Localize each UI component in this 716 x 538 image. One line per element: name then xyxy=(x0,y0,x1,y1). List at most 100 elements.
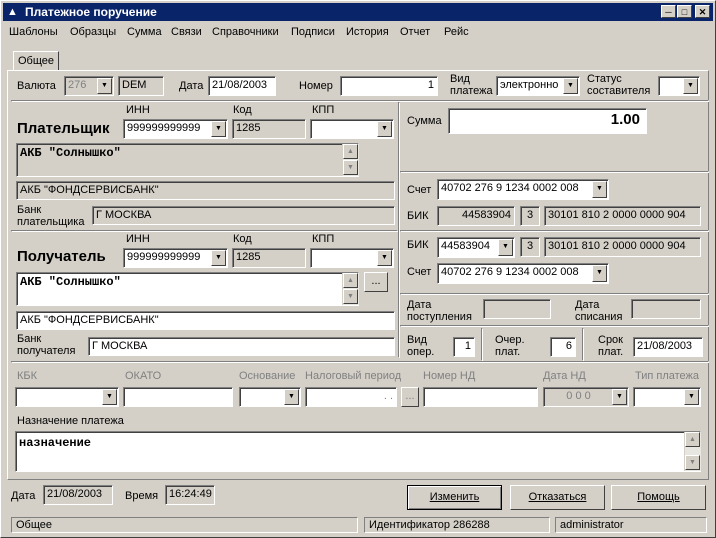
payer-bik-field: 44583904 xyxy=(437,206,515,226)
chevron-down-icon[interactable]: ▼ xyxy=(684,389,699,405)
receiver-bik-ext-field: 3 xyxy=(520,237,540,257)
divider xyxy=(400,325,709,327)
currency-label: Валюта xyxy=(17,80,56,92)
cancel-button[interactable]: Отказаться xyxy=(510,485,605,510)
chevron-down-icon[interactable]: ▼ xyxy=(284,389,299,405)
scroll-down-icon[interactable]: ▼ xyxy=(343,289,358,304)
payer-inn-select[interactable]: 999999999999 ▼ xyxy=(123,119,228,139)
change-button[interactable]: Изменить xyxy=(407,485,502,510)
minimize-button[interactable]: ─ xyxy=(661,5,676,18)
receiver-account-value: 40702 276 9 1234 0002 008 xyxy=(441,266,579,278)
receiver-kod-label: Код xyxy=(233,233,252,245)
doc-date-label: Дата НД xyxy=(543,370,586,382)
payer-corr-account-field: 30101 810 2 0000 0000 904 xyxy=(544,206,701,226)
menu-bar: Шаблоны Образцы Сумма Связи Справочники … xyxy=(3,23,713,43)
doc-number-field[interactable] xyxy=(423,387,538,407)
change-button-label: Изменить xyxy=(429,491,480,503)
chevron-down-icon[interactable]: ▼ xyxy=(211,121,226,137)
due-date-field[interactable]: 21/08/2003 xyxy=(633,337,703,357)
window-title: Платежное поручение xyxy=(25,5,157,19)
chevron-down-icon[interactable]: ▼ xyxy=(683,78,698,94)
tax-period-field[interactable]: . . xyxy=(305,387,397,407)
chevron-down-icon[interactable]: ▼ xyxy=(211,250,226,266)
close-button[interactable]: ✕ xyxy=(695,5,710,18)
queue-field[interactable]: 6 xyxy=(550,337,576,357)
scroll-down-icon[interactable]: ▼ xyxy=(343,160,358,175)
arrival-date-label: Дата поступления xyxy=(407,299,472,323)
basis-select[interactable]: ▼ xyxy=(239,387,301,407)
tab-general[interactable]: Общее xyxy=(13,51,59,71)
date-label: Дата xyxy=(179,80,204,92)
receiver-lookup-button[interactable]: ... xyxy=(364,272,388,292)
currency-code-field[interactable]: 276 ▼ xyxy=(64,76,114,96)
menu-signatures[interactable]: Подписи xyxy=(291,26,335,38)
menu-samples[interactable]: Образцы xyxy=(70,26,116,38)
payer-inn-value: 999999999999 xyxy=(127,122,201,134)
chevron-down-icon[interactable]: ▼ xyxy=(97,78,112,94)
scroll-up-icon[interactable]: ▲ xyxy=(343,273,358,288)
chevron-down-icon[interactable]: ▼ xyxy=(592,265,607,282)
receiver-bik-value: 44583904 xyxy=(441,240,490,252)
receiver-corr-account-field: 30101 810 2 0000 0000 904 xyxy=(544,237,701,257)
chevron-down-icon[interactable]: ▼ xyxy=(377,250,392,266)
footer-date-field: 21/08/2003 xyxy=(43,485,113,505)
date-field[interactable]: 21/08/2003 xyxy=(208,76,276,96)
payer-kpp-select[interactable]: ▼ xyxy=(310,119,394,139)
menu-history[interactable]: История xyxy=(346,26,389,38)
payer-account-select[interactable]: 40702 276 9 1234 0002 008 ▼ xyxy=(437,179,609,200)
payer-name-field[interactable]: АКБ "Солнышко" xyxy=(16,143,359,177)
maximize-button[interactable]: □ xyxy=(677,5,692,18)
receiver-name-scrollbar[interactable]: ▲ ▼ xyxy=(342,273,359,305)
divider xyxy=(11,230,398,232)
scroll-up-icon[interactable]: ▲ xyxy=(343,144,358,159)
scroll-up-icon[interactable]: ▲ xyxy=(685,432,700,447)
queue-label: Очер. плат. xyxy=(495,334,525,358)
receiver-bank-name-field[interactable]: АКБ "ФОНДСЕРВИСБАНК" xyxy=(16,311,395,330)
sum-field[interactable]: 1.00 xyxy=(448,108,647,134)
receiver-bik-select[interactable]: 44583904 ▼ xyxy=(437,237,515,258)
scroll-down-icon[interactable]: ▼ xyxy=(685,455,700,470)
chevron-down-icon[interactable]: ▼ xyxy=(592,181,607,198)
receiver-name-field[interactable]: АКБ "Солнышко" xyxy=(16,272,359,306)
status-select[interactable]: ▼ xyxy=(658,76,700,96)
purpose-scrollbar[interactable]: ▲ ▼ xyxy=(684,432,701,471)
menu-links[interactable]: Связи xyxy=(171,26,202,38)
kbk-select[interactable]: ▼ xyxy=(15,387,119,407)
menu-directories[interactable]: Справочники xyxy=(212,26,279,38)
doc-number-label: Номер НД xyxy=(423,370,476,382)
menu-sum[interactable]: Сумма xyxy=(127,26,162,38)
menu-report[interactable]: Отчет xyxy=(400,26,430,38)
payer-account-value: 40702 276 9 1234 0002 008 xyxy=(441,182,579,194)
receiver-inn-select[interactable]: 999999999999 ▼ xyxy=(123,248,228,268)
payer-bank-name-field: АКБ "ФОНДСЕРВИСБАНК" xyxy=(16,181,395,200)
okato-field[interactable] xyxy=(123,387,233,407)
currency-name-field: DEM xyxy=(118,76,164,96)
chevron-down-icon[interactable]: ▼ xyxy=(377,121,392,137)
payer-kpp-label: КПП xyxy=(312,104,335,116)
tax-period-lookup-button[interactable]: ... xyxy=(401,387,419,407)
chevron-down-icon[interactable]: ▼ xyxy=(102,389,117,405)
number-field[interactable]: 1 xyxy=(340,76,438,96)
payer-name-scrollbar[interactable]: ▲ ▼ xyxy=(342,144,359,176)
chevron-down-icon[interactable]: ▼ xyxy=(612,389,627,405)
menu-templates[interactable]: Шаблоны xyxy=(9,26,58,38)
payer-bik-label: БИК xyxy=(407,210,429,222)
receiver-account-label: Счет xyxy=(407,266,432,278)
purpose-field[interactable]: назначение xyxy=(15,431,701,472)
receiver-bank-city-field[interactable]: Г МОСКВА xyxy=(88,337,395,356)
chevron-down-icon[interactable]: ▼ xyxy=(563,78,578,94)
chevron-down-icon[interactable]: ▼ xyxy=(498,239,513,256)
receiver-kpp-select[interactable]: ▼ xyxy=(310,248,394,268)
menu-flight[interactable]: Рейс xyxy=(444,26,469,38)
help-button[interactable]: Помощь xyxy=(611,485,706,510)
writeoff-date-field xyxy=(631,299,701,319)
receiver-account-select[interactable]: 40702 276 9 1234 0002 008 ▼ xyxy=(437,263,609,284)
footer-date-label: Дата xyxy=(11,490,36,502)
footer-time-label: Время xyxy=(125,490,159,502)
op-type-field[interactable]: 1 xyxy=(453,337,475,357)
payer-bank-city-field: Г МОСКВА xyxy=(92,206,395,225)
payment-type-select[interactable]: электронно ▼ xyxy=(496,76,580,96)
doc-date-field[interactable]: 0 0 0 ▼ xyxy=(543,387,629,407)
divider xyxy=(11,361,709,363)
pay-type-select[interactable]: ▼ xyxy=(633,387,701,407)
